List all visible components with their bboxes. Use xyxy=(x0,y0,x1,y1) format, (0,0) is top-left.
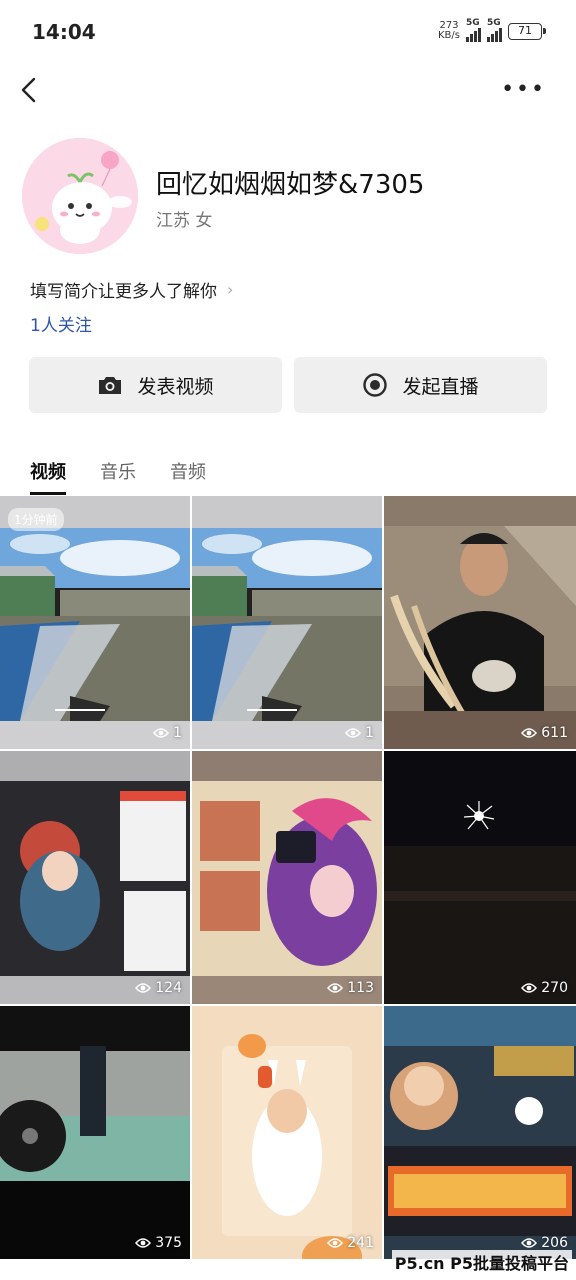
video-tile[interactable]: 113 xyxy=(192,751,382,1004)
signal-icon: 5G xyxy=(466,18,481,42)
view-count: 206 xyxy=(521,1235,568,1251)
network-speed: 273 KB/s xyxy=(438,20,460,41)
post-video-button[interactable]: 发表视频 xyxy=(29,357,282,413)
eye-icon xyxy=(521,983,538,993)
tab-videos[interactable]: 视频 xyxy=(30,458,66,495)
video-thumbnail xyxy=(192,496,382,749)
view-count: 611 xyxy=(521,725,568,741)
video-tile[interactable]: 1分钟前 1 xyxy=(0,496,190,749)
avatar[interactable] xyxy=(22,138,138,254)
time-ago-badge: 1分钟前 xyxy=(8,508,64,531)
view-count: 1 xyxy=(345,725,374,741)
eye-icon xyxy=(135,983,152,993)
user-location-gender: 江苏 女 xyxy=(156,211,213,231)
chevron-right-icon: › xyxy=(227,280,234,299)
video-tile[interactable]: 270 xyxy=(384,751,576,1004)
signal-icon: 5G xyxy=(487,18,502,42)
view-count: 375 xyxy=(135,1235,182,1251)
video-thumbnail xyxy=(192,751,382,1004)
content-tabs: 视频 音乐 音频 xyxy=(30,458,206,495)
view-count: 1 xyxy=(153,725,182,741)
video-thumbnail xyxy=(384,496,576,749)
username: 回忆如烟烟如梦&7305 xyxy=(156,170,425,200)
status-bar: 14:04 273 KB/s 5G 5G 71 xyxy=(0,0,576,64)
bio-link[interactable]: 填写简介让更多人了解你 › xyxy=(30,277,233,302)
video-thumbnail xyxy=(0,751,190,1004)
follow-count-link[interactable]: 1人关注 xyxy=(30,311,92,336)
avatar-image xyxy=(22,138,138,254)
status-time: 14:04 xyxy=(32,20,96,44)
view-count: 124 xyxy=(135,980,182,996)
eye-icon xyxy=(135,1238,152,1248)
battery-icon: 71 xyxy=(508,22,546,40)
eye-icon xyxy=(345,728,362,738)
view-count: 241 xyxy=(327,1235,374,1251)
video-thumbnail xyxy=(192,1006,382,1259)
start-live-button[interactable]: 发起直播 xyxy=(294,357,547,413)
video-tile[interactable]: 206 xyxy=(384,1006,576,1259)
video-tile[interactable]: 611 xyxy=(384,496,576,749)
bio-text: 填写简介让更多人了解你 xyxy=(30,282,217,302)
video-tile[interactable]: 1 xyxy=(192,496,382,749)
start-live-label: 发起直播 xyxy=(402,375,479,398)
video-tile[interactable]: 241 xyxy=(192,1006,382,1259)
status-icons: 273 KB/s 5G 5G 71 xyxy=(438,18,546,42)
watermark: P5.cn P5批量投稿平台 xyxy=(391,1250,572,1274)
tab-music[interactable]: 音乐 xyxy=(100,458,136,495)
eye-icon xyxy=(521,728,538,738)
video-tile[interactable]: 124 xyxy=(0,751,190,1004)
eye-icon xyxy=(327,1238,344,1248)
tab-audio[interactable]: 音频 xyxy=(170,458,206,495)
video-thumbnail xyxy=(0,496,190,749)
eye-icon xyxy=(521,1238,538,1248)
back-button[interactable] xyxy=(18,74,42,106)
post-video-label: 发表视频 xyxy=(137,375,214,398)
camera-icon xyxy=(99,377,122,394)
eye-icon xyxy=(327,983,344,993)
view-count: 113 xyxy=(327,980,374,996)
video-thumbnail xyxy=(384,751,576,1004)
eye-icon xyxy=(153,728,170,738)
chevron-left-icon xyxy=(21,77,36,103)
video-tile[interactable]: 375 xyxy=(0,1006,190,1259)
video-thumbnail xyxy=(384,1006,576,1259)
more-horizontal-icon: ••• xyxy=(501,77,546,102)
more-button[interactable]: ••• xyxy=(501,79,546,101)
video-grid: 1分钟前 1 1 611 124 113 270 375 241 206 xyxy=(0,496,576,1259)
live-record-icon xyxy=(363,373,388,397)
view-count: 270 xyxy=(521,980,568,996)
video-thumbnail xyxy=(0,1006,190,1259)
